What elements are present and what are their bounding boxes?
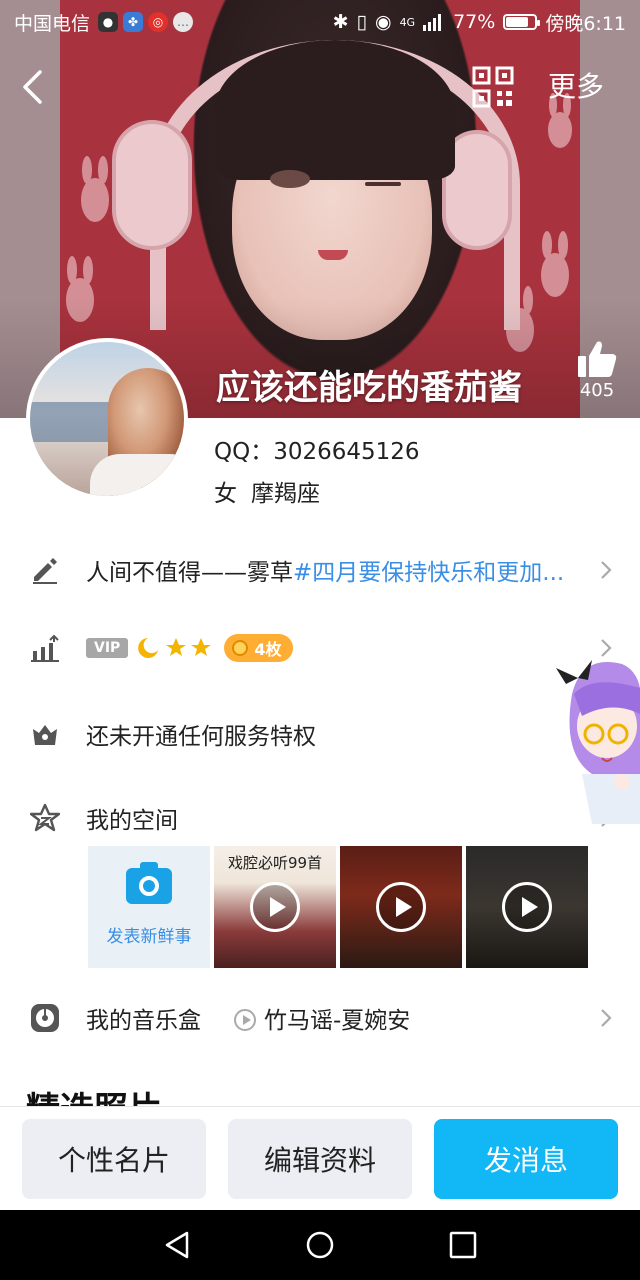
gender-label: 女 [214,481,237,507]
mascot-character-widget[interactable] [552,654,640,824]
music-track[interactable]: 竹马谣-夏婉安 [234,1001,410,1035]
like-count: 405 [579,380,615,401]
level-chart-icon [30,633,60,663]
send-message-button[interactable]: 发消息 [434,1119,618,1199]
camera-icon [126,861,172,904]
qr-code-icon [472,66,514,108]
network-type-label: 4G [399,15,416,29]
notification-music-icon: ◎ [148,12,169,32]
qzone-video-thumbnail[interactable] [340,846,462,968]
signal-icon [423,14,442,31]
profile-nickname: 应该还能吃的番茄酱 [216,368,522,408]
music-box-title: 我的音乐盒 [86,1008,201,1034]
battery-fill [506,17,529,27]
chevron-right-icon [601,561,612,579]
music-disc-icon [30,1003,60,1033]
play-circle-icon [234,1009,256,1031]
avatar[interactable] [26,338,188,500]
basic-info: 女摩羯座 [214,474,334,508]
bottom-action-bar: 个性名片 编辑资料 发消息 [0,1106,640,1210]
notification-dog-icon: ● [98,12,119,32]
nav-home-icon[interactable] [305,1230,335,1260]
system-navigation-bar [0,1210,640,1280]
video-caption: 戏腔必听99首 [227,854,323,872]
level-row[interactable]: VIP 4枚 [0,618,640,678]
music-box-row[interactable]: 我的音乐盒 竹马谣-夏婉安 [0,988,640,1048]
level-badges: VIP 4枚 [86,634,294,662]
crown-icon [30,719,60,749]
level-moon-star-icons [138,638,212,658]
signature-topic-tag[interactable]: #四月要保持快乐和更加... [293,560,564,586]
like-button[interactable]: 405 [572,340,622,406]
artwork-eye-right [365,182,401,186]
play-icon [376,882,426,932]
status-bar: 中国电信 ● ✤ ◎ … ✱ ▯ ◉ 4G 77% 傍晚6:11 [0,0,640,44]
bluetooth-icon: ✱ [332,11,349,33]
qzone-video-thumbnail[interactable]: 戏腔必听99首 [214,846,336,968]
battery-icon [503,14,541,30]
qzone-video-thumbnail[interactable] [466,846,588,968]
signature-content: 人间不值得——雾草 [86,560,293,586]
signature-text: 人间不值得——雾草#四月要保持快乐和更加... [86,553,564,587]
more-button[interactable]: 更多 [548,66,604,108]
medal-badge[interactable]: 4枚 [224,634,294,662]
signature-row[interactable]: 人间不值得——雾草#四月要保持快乐和更加... [0,540,640,600]
avatar-photo-shirt [90,454,184,496]
artwork-eye-left [270,170,310,188]
chevron-right-icon [601,1009,612,1027]
notification-paw-icon: ✤ [123,12,144,32]
artwork-earcup-left [112,120,192,250]
privilege-row[interactable]: 还未开通任何服务特权 [0,704,640,764]
pencil-icon [30,555,60,585]
nav-back-icon[interactable] [162,1230,192,1260]
qq-number: QQ：3026645126 [214,439,420,465]
notification-chat-icon: … [173,12,194,32]
clock: 傍晚6:11 [545,12,626,35]
qzone-row[interactable]: 我的空间 [0,788,640,848]
play-icon [250,882,300,932]
music-track-name: 竹马谣-夏婉安 [264,1008,411,1034]
nav-recents-icon[interactable] [448,1230,478,1260]
carrier-label: 中国电信 [14,12,91,35]
vibrate-icon: ▯ [356,11,367,33]
chevron-left-icon [23,70,42,104]
profile-card-button[interactable]: 个性名片 [22,1119,206,1199]
medal-coin-icon [232,640,249,656]
qr-code-button[interactable] [472,66,514,108]
artwork-bangs [215,40,455,180]
post-new-button[interactable]: 发表新鲜事 [88,846,210,968]
privilege-text: 还未开通任何服务特权 [86,724,316,750]
eye-comfort-icon: ◉ [374,11,392,33]
avatar-photo-window [30,402,110,442]
thumbs-up-icon [578,341,617,377]
post-new-label: 发表新鲜事 [106,926,192,947]
medal-count: 4枚 [254,640,282,659]
zodiac-label: 摩羯座 [251,481,320,507]
back-button[interactable] [12,62,52,112]
edit-profile-button[interactable]: 编辑资料 [228,1119,412,1199]
vip-badge: VIP [86,638,129,658]
battery-percent: 77% [453,11,496,33]
qzone-title: 我的空间 [86,808,178,834]
qzone-star-icon [30,803,60,833]
qzone-thumbnails: 发表新鲜事 戏腔必听99首 [88,846,588,968]
play-icon [502,882,552,932]
